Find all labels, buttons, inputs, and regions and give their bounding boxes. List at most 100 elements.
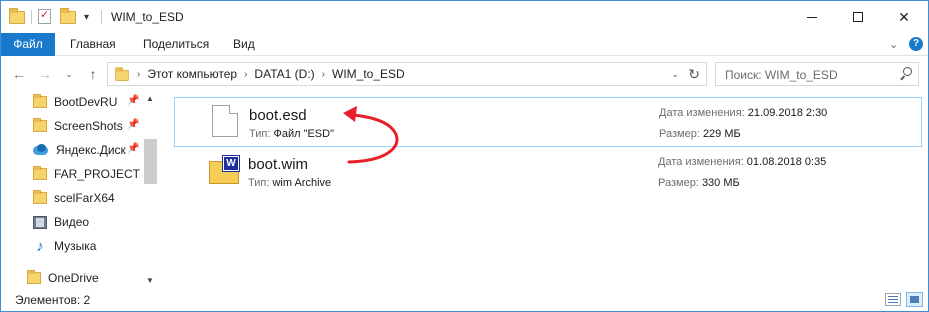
sidebar-item-label: ScreenShots: [54, 119, 123, 133]
sidebar-item-music[interactable]: ♪ Музыка: [33, 235, 96, 257]
file-list: boot.esd Тип: Файл "ESD" Дата изменения:…: [159, 91, 928, 289]
title-bar: ▾ WIM_to_ESD ✕: [1, 1, 928, 33]
sidebar-item-label: Яндекс.Диск: [56, 143, 126, 157]
navigation-bar: ← → ⌄ ↑ › Этот компьютер › DATA1 (D:) › …: [1, 57, 928, 91]
title-divider: [101, 10, 102, 24]
file-size-key: Размер:: [659, 128, 700, 140]
maximize-button[interactable]: [835, 1, 881, 33]
pin-icon[interactable]: 📌: [127, 143, 139, 154]
tab-view[interactable]: Вид: [222, 33, 266, 56]
window-title: WIM_to_ESD: [111, 10, 184, 24]
forward-button[interactable]: →: [35, 64, 55, 84]
maximize-icon: [853, 12, 863, 22]
file-name: boot.wim: [248, 156, 309, 173]
file-item-boot-esd[interactable]: boot.esd Тип: Файл "ESD" Дата изменения:…: [174, 97, 922, 147]
file-type: Тип: wim Archive: [248, 177, 331, 189]
folder-icon: [33, 94, 47, 108]
file-item-boot-wim[interactable]: W boot.wim Тип: wim Archive Дата изменен…: [174, 147, 922, 197]
refresh-icon[interactable]: ↻: [688, 66, 700, 83]
search-box[interactable]: Поиск: WIM_to_ESD: [715, 62, 919, 86]
file-modified-value: 01.08.2018 0:35: [746, 156, 827, 168]
close-icon: ✕: [898, 8, 910, 25]
back-button[interactable]: ←: [9, 64, 29, 84]
breadcrumb-separator-icon[interactable]: ›: [322, 69, 325, 80]
breadcrumb-this-pc[interactable]: Этот компьютер: [147, 67, 237, 81]
wim-archive-icon: W: [209, 154, 240, 184]
file-type: Тип: Файл "ESD": [249, 128, 334, 140]
folder-icon: [33, 166, 47, 180]
file-size: Размер: 229 МБ: [659, 128, 741, 140]
toolbar-divider: [31, 10, 32, 24]
new-folder-icon[interactable]: [60, 8, 76, 25]
file-type-value: wim Archive: [272, 177, 332, 189]
tab-home[interactable]: Главная: [59, 33, 127, 56]
details-view-icon[interactable]: [885, 293, 901, 306]
wim-badge: W: [222, 155, 240, 172]
pin-icon[interactable]: 📌: [127, 119, 139, 130]
sidebar-item-screenshots[interactable]: ScreenShots 📌: [33, 115, 139, 137]
scroll-down-icon[interactable]: ▼: [146, 276, 154, 285]
document-icon: [212, 105, 238, 137]
recent-locations-chevron-icon[interactable]: ⌄: [59, 64, 79, 84]
file-type-key: Тип:: [249, 128, 271, 140]
close-button[interactable]: ✕: [881, 1, 927, 33]
folder-icon: [27, 270, 41, 284]
search-icon[interactable]: [898, 66, 914, 82]
file-size: Размер: 330 МБ: [658, 177, 740, 189]
sidebar-item-yandex-disk[interactable]: Яндекс.Диск 📌: [33, 139, 139, 161]
help-icon[interactable]: ?: [909, 37, 923, 51]
sidebar-scrollbar[interactable]: ▲ ▼: [142, 91, 159, 289]
sidebar-item-onedrive[interactable]: OneDrive: [27, 267, 99, 289]
video-icon: [33, 215, 47, 229]
file-modified-key: Дата изменения:: [658, 156, 744, 168]
minimize-icon: [807, 16, 817, 18]
file-size-value: 229 МБ: [702, 128, 741, 140]
sidebar-item-scelfarx64[interactable]: scelFarX64: [33, 187, 115, 209]
file-size-key: Размер:: [658, 177, 699, 189]
navigation-pane: BootDevRU 📌 ScreenShots 📌 Яндекс.Диск 📌 …: [1, 91, 159, 289]
folder-icon: [9, 8, 25, 25]
sidebar-item-label: scelFarX64: [54, 191, 115, 205]
file-modified-key: Дата изменения:: [659, 107, 745, 119]
ribbon-expand-chevron-icon[interactable]: ⌄: [889, 38, 898, 51]
address-bar[interactable]: › Этот компьютер › DATA1 (D:) › WIM_to_E…: [107, 62, 707, 86]
scroll-thumb[interactable]: [144, 139, 157, 184]
sidebar-item-label: Музыка: [54, 239, 97, 253]
file-type-key: Тип:: [248, 177, 270, 189]
yandex-disk-icon: [33, 144, 49, 156]
customize-toolbar-chevron-icon[interactable]: ▾: [84, 12, 89, 23]
file-size-value: 330 МБ: [701, 177, 740, 189]
sidebar-item-far-project[interactable]: FAR_PROJECT: [33, 163, 140, 185]
breadcrumb-wim-to-esd[interactable]: WIM_to_ESD: [332, 67, 405, 81]
file-modified: Дата изменения: 01.08.2018 0:35: [658, 156, 826, 168]
minimize-button[interactable]: [789, 1, 835, 33]
tab-share[interactable]: Поделиться: [132, 33, 220, 56]
file-name: boot.esd: [249, 107, 307, 124]
scroll-up-icon[interactable]: ▲: [146, 94, 154, 103]
breadcrumb-separator-icon[interactable]: ›: [137, 69, 140, 80]
sidebar-item-label: OneDrive: [48, 271, 99, 285]
address-history-chevron-icon[interactable]: ⌄: [671, 69, 679, 80]
search-input[interactable]: Поиск: WIM_to_ESD: [725, 68, 838, 82]
file-modified: Дата изменения: 21.09.2018 2:30: [659, 107, 827, 119]
breadcrumb-separator-icon[interactable]: ›: [244, 69, 247, 80]
folder-icon: [33, 190, 47, 204]
tab-file[interactable]: Файл: [1, 33, 55, 56]
sidebar-item-video[interactable]: Видео: [33, 211, 89, 233]
properties-icon[interactable]: [38, 8, 54, 25]
tiles-view-icon[interactable]: [906, 292, 923, 307]
music-icon: ♪: [36, 237, 44, 255]
sidebar-item-label: BootDevRU: [54, 95, 118, 109]
up-button[interactable]: ↑: [83, 64, 103, 84]
sidebar-item-label: Видео: [54, 215, 90, 229]
location-folder-icon: [115, 66, 129, 81]
sidebar-item-label: FAR_PROJECT: [54, 167, 141, 181]
explorer-window: ▾ WIM_to_ESD ✕ Файл Главная Поделиться В…: [0, 0, 929, 312]
ribbon-tabs: Файл Главная Поделиться Вид ⌄ ?: [1, 33, 928, 56]
breadcrumb-data1-drive[interactable]: DATA1 (D:): [254, 67, 314, 81]
status-bar: Элементов: 2: [1, 289, 928, 311]
folder-icon: [33, 118, 47, 132]
sidebar-item-bootdevru[interactable]: BootDevRU 📌: [33, 91, 139, 113]
pin-icon[interactable]: 📌: [127, 95, 139, 106]
quick-access-toolbar: ▾: [9, 8, 89, 25]
